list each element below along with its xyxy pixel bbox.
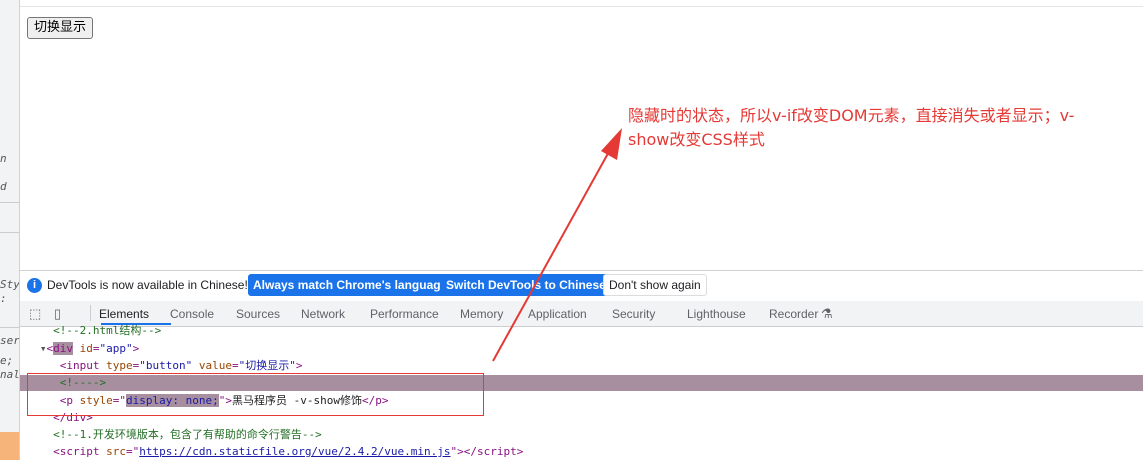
annotation-arrow [492, 128, 622, 362]
